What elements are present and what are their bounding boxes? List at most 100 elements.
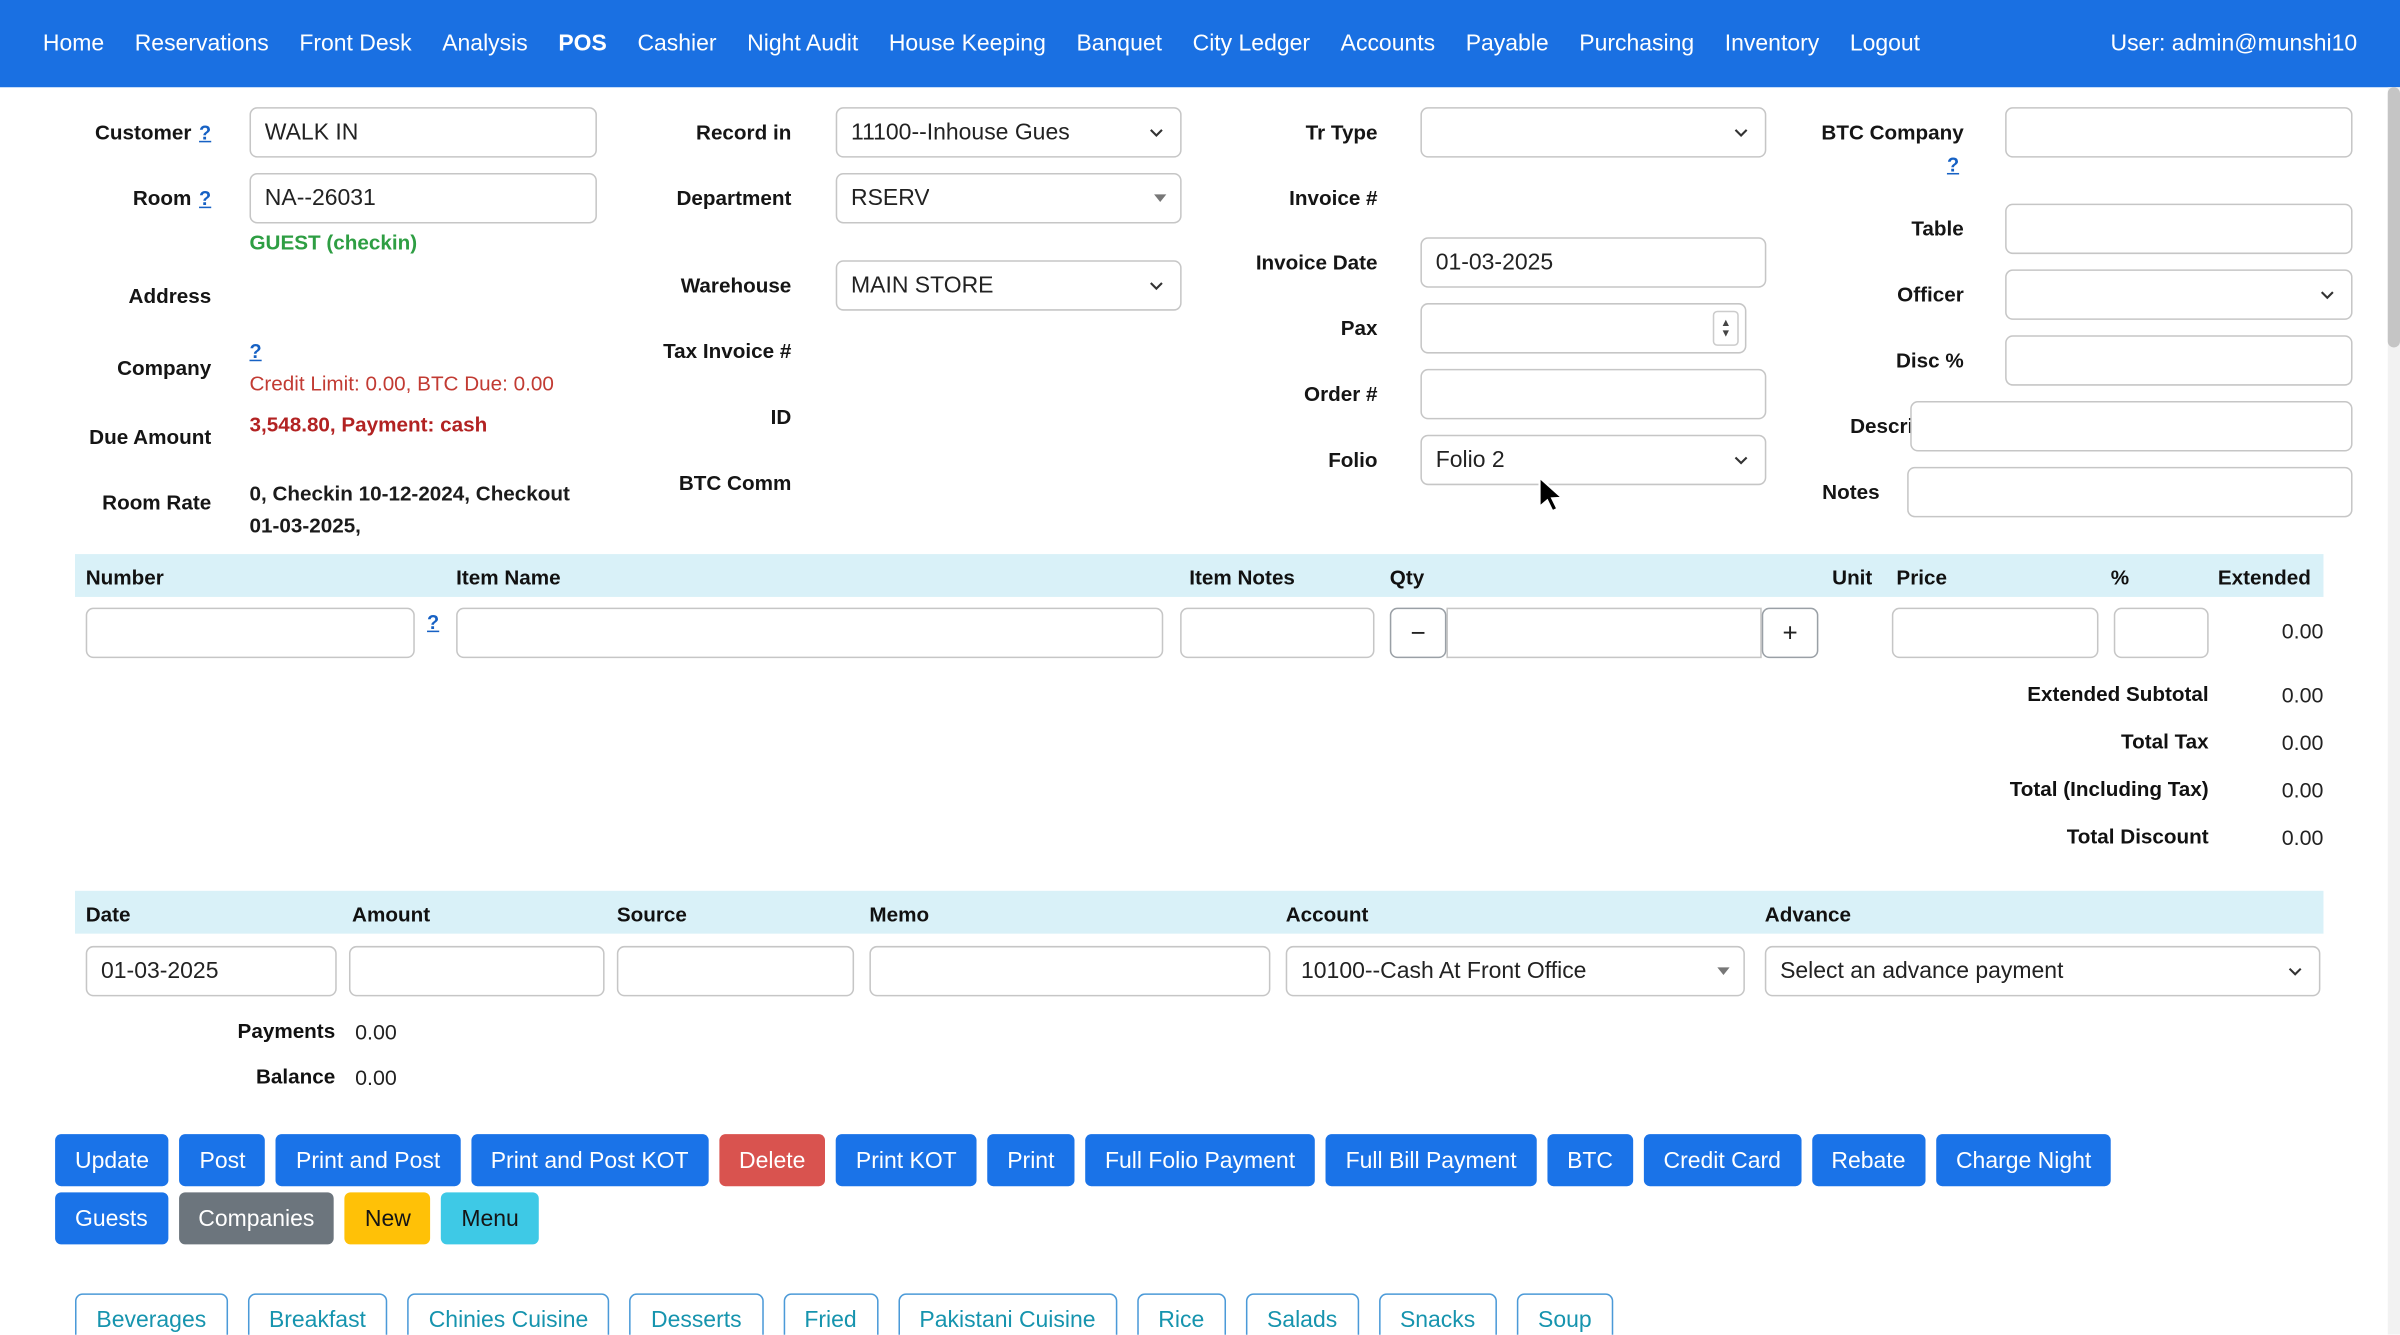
nav-item-home[interactable]: Home xyxy=(43,31,104,57)
charge-night-button[interactable]: Charge Night xyxy=(1936,1134,2112,1187)
print-and-post-kot-button[interactable]: Print and Post KOT xyxy=(470,1134,709,1187)
price-input[interactable] xyxy=(1891,607,2099,659)
folio-select[interactable]: Folio 2 xyxy=(1420,434,1767,486)
customer-help-link[interactable]: ? xyxy=(199,121,211,144)
nav-item-city-ledger[interactable]: City Ledger xyxy=(1193,31,1310,57)
qty-increment-button[interactable]: + xyxy=(1761,607,1819,659)
customer-input[interactable] xyxy=(249,107,597,158)
payments-header-memo: Memo xyxy=(869,903,930,927)
total-label: Total Tax xyxy=(2121,730,2209,754)
payment-account-value: 10100--Cash At Front Office xyxy=(1301,958,1587,985)
officer-select[interactable] xyxy=(2005,269,2353,320)
full-folio-payment-button[interactable]: Full Folio Payment xyxy=(1085,1134,1315,1187)
chevron-down-icon xyxy=(1150,282,1163,291)
action-buttons-row-2: Guests Companies New Menu xyxy=(55,1192,539,1245)
record-in-select[interactable]: 11100--Inhouse Gues xyxy=(835,107,1182,158)
nav-item-logout[interactable]: Logout xyxy=(1850,31,1920,57)
items-header-qty: Qty xyxy=(1389,566,1425,590)
nav-item-pos[interactable]: POS xyxy=(558,31,607,57)
total-label: Total (Including Tax) xyxy=(2009,777,2209,801)
print-button[interactable]: Print xyxy=(987,1134,1075,1187)
company-help-link[interactable]: ? xyxy=(249,340,261,363)
category-beverages-button[interactable]: Beverages xyxy=(74,1293,228,1335)
nav-item-reservations[interactable]: Reservations xyxy=(135,31,269,57)
category-chinies-cuisine-button[interactable]: Chinies Cuisine xyxy=(407,1293,610,1335)
btc-company-help-link[interactable]: ? xyxy=(1947,153,1959,176)
item-notes-input[interactable] xyxy=(1180,607,1375,659)
payment-amount-input[interactable] xyxy=(348,945,605,997)
companies-button[interactable]: Companies xyxy=(178,1192,335,1245)
balance-value: 0.00 xyxy=(355,1065,397,1090)
pax-input[interactable]: ▲ ▼ xyxy=(1420,303,1747,354)
nav-item-payable[interactable]: Payable xyxy=(1466,31,1549,57)
category-fried-button[interactable]: Fried xyxy=(782,1293,879,1335)
nav-item-analysis[interactable]: Analysis xyxy=(442,31,527,57)
room-help-link[interactable]: ? xyxy=(199,187,211,210)
spinner-down-icon[interactable]: ▼ xyxy=(1720,328,1731,339)
description-input[interactable] xyxy=(1910,401,2353,452)
room-input[interactable] xyxy=(249,172,597,224)
delete-button[interactable]: Delete xyxy=(719,1134,826,1187)
record-in-value: 11100--Inhouse Gues xyxy=(851,119,1070,146)
item-help-link[interactable]: ? xyxy=(427,611,439,634)
item-name-input[interactable] xyxy=(456,607,1164,659)
category-rice-button[interactable]: Rice xyxy=(1136,1293,1226,1335)
category-pakistani-cuisine-button[interactable]: Pakistani Cuisine xyxy=(897,1293,1117,1335)
items-header-extended: Extended xyxy=(2217,566,2311,590)
new-button[interactable]: New xyxy=(345,1192,431,1245)
notes-input[interactable] xyxy=(1907,466,2353,518)
category-salads-button[interactable]: Salads xyxy=(1245,1293,1359,1335)
print-and-post-button[interactable]: Print and Post xyxy=(276,1134,461,1187)
btc-button[interactable]: BTC xyxy=(1547,1134,1633,1187)
scrollbar-thumb[interactable] xyxy=(2387,87,2400,348)
nav-item-banquet[interactable]: Banquet xyxy=(1076,31,1162,57)
nav-item-night-audit[interactable]: Night Audit xyxy=(747,31,858,57)
payment-account-select[interactable]: 10100--Cash At Front Office xyxy=(1285,945,1745,997)
print-kot-button[interactable]: Print KOT xyxy=(836,1134,977,1187)
spinner-up-icon[interactable]: ▲ xyxy=(1720,318,1731,329)
items-header-number: Number xyxy=(85,566,164,590)
total-label: Extended Subtotal xyxy=(2027,682,2209,706)
post-button[interactable]: Post xyxy=(179,1134,266,1187)
tr-type-select[interactable] xyxy=(1420,107,1767,158)
category-breakfast-button[interactable]: Breakfast xyxy=(247,1293,388,1335)
category-snacks-button[interactable]: Snacks xyxy=(1378,1293,1497,1335)
nav-item-house-keeping[interactable]: House Keeping xyxy=(889,31,1046,57)
caret-down-icon xyxy=(1717,967,1730,975)
record-in-label: Record in xyxy=(696,120,792,144)
qty-decrement-button[interactable]: − xyxy=(1389,607,1447,659)
update-button[interactable]: Update xyxy=(55,1134,169,1187)
btc-comm-label: BTC Comm xyxy=(678,471,792,495)
advance-payment-select[interactable]: Select an advance payment xyxy=(1764,945,2321,997)
invoice-date-input[interactable] xyxy=(1420,237,1767,288)
table-input[interactable] xyxy=(2005,203,2353,255)
menu-button[interactable]: Menu xyxy=(441,1192,539,1245)
payment-memo-input[interactable] xyxy=(869,945,1271,997)
items-header-item-name: Item Name xyxy=(456,566,561,590)
room-label: Room ? xyxy=(12,187,211,210)
payment-date-input[interactable] xyxy=(85,945,337,997)
guests-button[interactable]: Guests xyxy=(55,1192,168,1245)
disc-input[interactable] xyxy=(2005,335,2353,386)
order-no-input[interactable] xyxy=(1420,368,1767,420)
department-select[interactable]: RSERV xyxy=(835,172,1182,224)
nav-item-purchasing[interactable]: Purchasing xyxy=(1579,31,1694,57)
officer-label: Officer xyxy=(1897,283,1964,307)
warehouse-select[interactable]: MAIN STORE xyxy=(835,260,1182,311)
rebate-button[interactable]: Rebate xyxy=(1811,1134,1926,1187)
category-soup-button[interactable]: Soup xyxy=(1516,1293,1614,1335)
number-spinner[interactable]: ▲ ▼ xyxy=(1712,310,1739,346)
item-number-input[interactable] xyxy=(85,607,415,659)
btc-company-input[interactable] xyxy=(2005,107,2353,158)
credit-card-button[interactable]: Credit Card xyxy=(1643,1134,1801,1187)
advance-payment-value: Select an advance payment xyxy=(1780,958,2064,985)
full-bill-payment-button[interactable]: Full Bill Payment xyxy=(1325,1134,1537,1187)
payment-source-input[interactable] xyxy=(616,945,855,997)
nav-item-accounts[interactable]: Accounts xyxy=(1341,31,1435,57)
nav-item-inventory[interactable]: Inventory xyxy=(1725,31,1819,57)
qty-input[interactable] xyxy=(1446,607,1762,659)
nav-item-cashier[interactable]: Cashier xyxy=(637,31,716,57)
nav-item-front-desk[interactable]: Front Desk xyxy=(299,31,411,57)
category-desserts-button[interactable]: Desserts xyxy=(629,1293,764,1335)
chevron-down-icon xyxy=(1150,129,1163,138)
